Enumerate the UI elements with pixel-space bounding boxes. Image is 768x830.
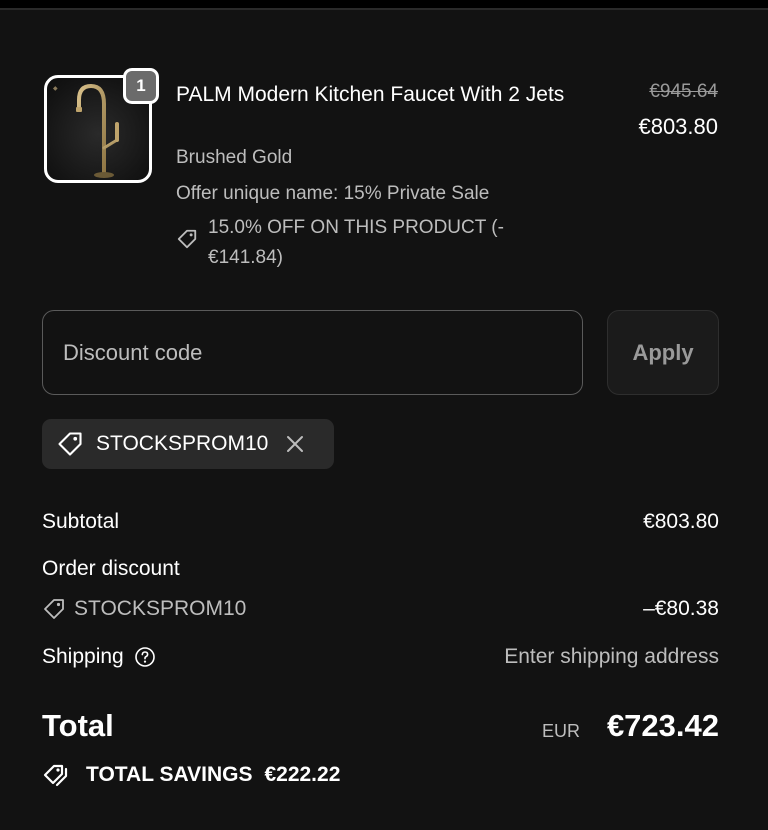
applied-discount-code: STOCKSPROM10 [96,432,269,455]
svg-text:◆: ◆ [53,86,58,92]
product-discount-line: 15.0% OFF ON THIS PRODUCT (-€141.84) [208,217,504,268]
product-offer-name: Offer unique name: 15% Private Sale [176,183,490,204]
total-savings-label: TOTAL SAVINGS [86,763,253,786]
discount-code-input[interactable] [42,310,583,395]
product-thumbnail: ◆ 1 [44,68,159,183]
total-savings-value: €222.22 [264,763,341,786]
quantity-badge: 1 [123,68,159,104]
tag-icon [58,432,82,456]
shipping-value: Enter shipping address [504,645,719,668]
order-discount-code: STOCKSPROM10 [74,597,247,620]
window-top-bar [0,0,768,10]
order-discount-label: Order discount [42,557,180,580]
remove-discount-button[interactable] [284,433,306,455]
close-icon [287,436,304,452]
order-discount-code-row: STOCKSPROM10 [42,597,246,621]
product-variant: Brushed Gold [176,147,293,168]
product-title: PALM Modern Kitchen Faucet With 2 Jets [176,83,565,106]
apply-button[interactable]: Apply [607,310,719,395]
product-current-price: €803.80 [638,114,718,139]
shipping-label: Shipping [42,645,124,668]
tag-icon [177,229,197,249]
total-savings-row: TOTAL SAVINGS €222.22 [42,761,340,789]
order-discount-value: –€80.38 [643,597,719,620]
subtotal-label: Subtotal [42,510,120,533]
tags-icon [43,764,68,787]
subtotal-value: €803.80 [643,510,719,533]
shipping-row: Shipping [42,645,156,669]
total-currency: EUR [542,721,581,741]
total-value: €723.42 [606,708,719,743]
tag-icon [44,599,64,619]
product-original-price: €945.64 [649,81,718,102]
help-icon[interactable] [134,646,156,668]
applied-discount-chip: STOCKSPROM10 [42,419,334,469]
total-label: Total [42,708,114,743]
